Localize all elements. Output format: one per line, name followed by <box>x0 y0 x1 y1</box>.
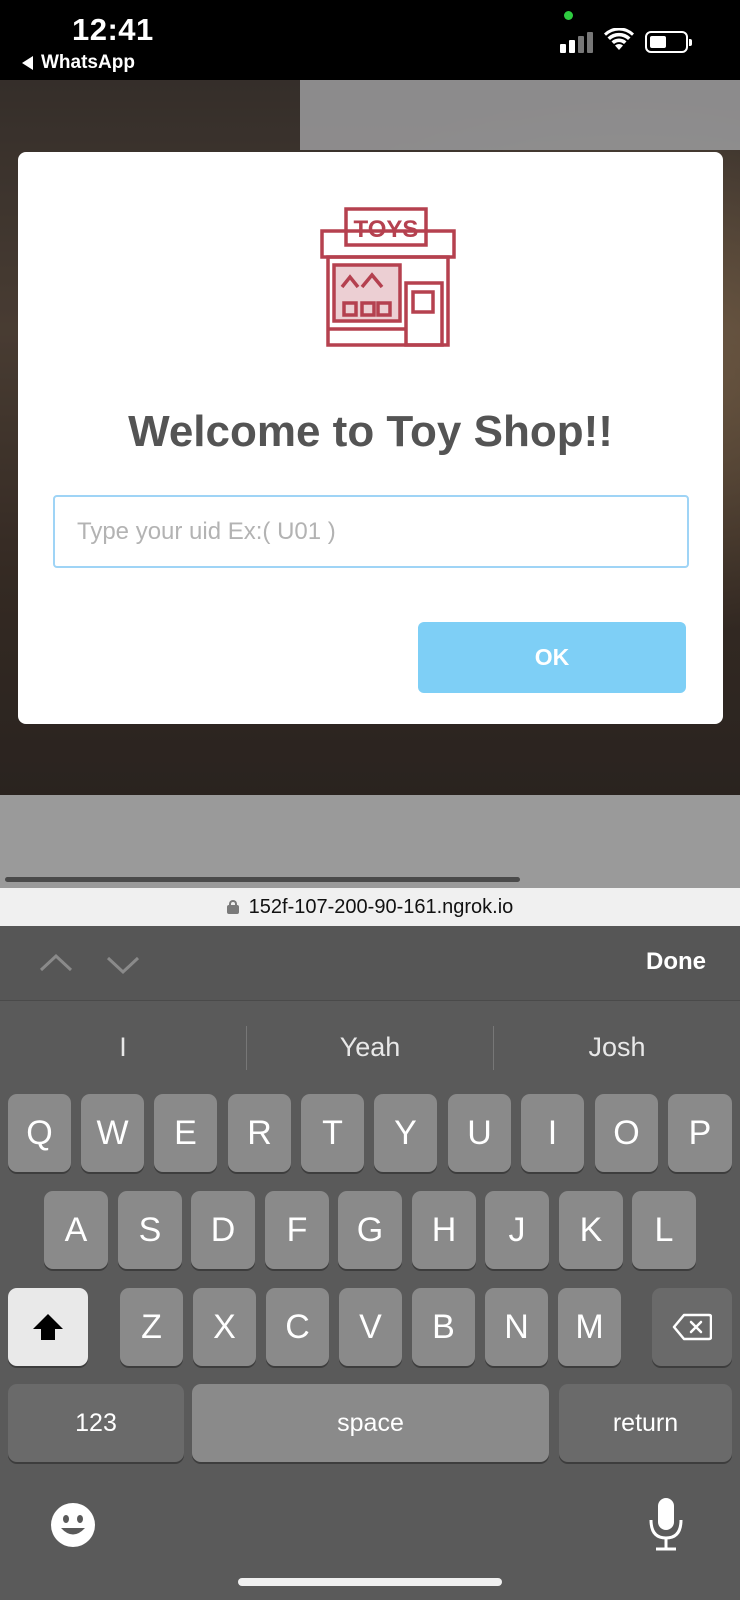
key-h[interactable]: H <box>412 1191 476 1269</box>
suggestion-item[interactable]: Josh <box>494 1002 740 1092</box>
welcome-dialog: TOYS Welcome to Toy Shop!! OK <box>18 152 723 724</box>
ok-button[interactable]: OK <box>418 622 686 693</box>
return-key[interactable]: return <box>559 1384 732 1462</box>
key-t[interactable]: T <box>301 1094 364 1172</box>
keyboard: Done I Yeah Josh Q W E R T Y U I O P A S… <box>0 926 740 1600</box>
address-bar[interactable]: 152f-107-200-90-161.ngrok.io <box>0 888 740 926</box>
suggestion-item[interactable]: I <box>0 1002 246 1092</box>
key-x[interactable]: X <box>193 1288 256 1366</box>
next-field-chevron-down-icon[interactable] <box>103 944 143 984</box>
key-w[interactable]: W <box>81 1094 144 1172</box>
delete-key[interactable] <box>652 1288 732 1366</box>
keyboard-accessory-bar: Done <box>0 926 740 1001</box>
welcome-title: Welcome to Toy Shop!! <box>128 407 613 456</box>
toy-shop-icon: TOYS <box>320 207 456 347</box>
key-i[interactable]: I <box>521 1094 584 1172</box>
page-bottom-area <box>0 795 740 888</box>
status-bar: 12:41 WhatsApp <box>0 0 740 80</box>
suggestion-item[interactable]: Yeah <box>247 1002 493 1092</box>
key-z[interactable]: Z <box>120 1288 183 1366</box>
key-c[interactable]: C <box>266 1288 329 1366</box>
url-text: 152f-107-200-90-161.ngrok.io <box>248 895 514 918</box>
key-e[interactable]: E <box>154 1094 217 1172</box>
suggestion-bar: I Yeah Josh <box>0 1002 740 1092</box>
back-to-app-link[interactable]: WhatsApp <box>22 52 135 74</box>
key-j[interactable]: J <box>485 1191 549 1269</box>
key-m[interactable]: M <box>558 1288 621 1366</box>
camera-indicator-icon <box>564 11 573 20</box>
numbers-key[interactable]: 123 <box>8 1384 184 1462</box>
back-app-label: WhatsApp <box>41 52 135 73</box>
status-time: 12:41 <box>72 12 154 47</box>
scroll-indicator[interactable] <box>5 877 520 882</box>
key-k[interactable]: K <box>559 1191 623 1269</box>
logo-text: TOYS <box>354 216 419 243</box>
key-u[interactable]: U <box>448 1094 511 1172</box>
suggestion-divider <box>246 1026 247 1070</box>
key-b[interactable]: B <box>412 1288 475 1366</box>
key-q[interactable]: Q <box>8 1094 71 1172</box>
key-g[interactable]: G <box>338 1191 402 1269</box>
key-a[interactable]: A <box>44 1191 108 1269</box>
backspace-icon <box>672 1313 712 1341</box>
key-p[interactable]: P <box>668 1094 732 1172</box>
key-n[interactable]: N <box>485 1288 548 1366</box>
key-v[interactable]: V <box>339 1288 402 1366</box>
back-arrow-icon <box>22 56 33 70</box>
key-y[interactable]: Y <box>374 1094 437 1172</box>
key-o[interactable]: O <box>595 1094 658 1172</box>
shift-arrow-icon <box>33 1314 63 1340</box>
emoji-icon[interactable] <box>49 1501 97 1549</box>
uid-input[interactable] <box>53 495 689 568</box>
key-s[interactable]: S <box>118 1191 182 1269</box>
shift-key[interactable] <box>8 1288 88 1366</box>
wifi-icon <box>604 28 634 50</box>
key-l[interactable]: L <box>632 1191 696 1269</box>
suggestion-divider <box>493 1026 494 1070</box>
cellular-signal-icon <box>560 32 593 53</box>
key-f[interactable]: F <box>265 1191 329 1269</box>
lock-icon <box>226 900 239 914</box>
battery-icon <box>645 31 692 53</box>
previous-field-chevron-up-icon[interactable] <box>36 944 76 984</box>
microphone-icon[interactable] <box>648 1496 684 1552</box>
key-d[interactable]: D <box>191 1191 255 1269</box>
done-button[interactable]: Done <box>646 948 706 976</box>
home-indicator[interactable] <box>238 1578 502 1586</box>
key-r[interactable]: R <box>228 1094 291 1172</box>
space-key[interactable]: space <box>192 1384 549 1462</box>
